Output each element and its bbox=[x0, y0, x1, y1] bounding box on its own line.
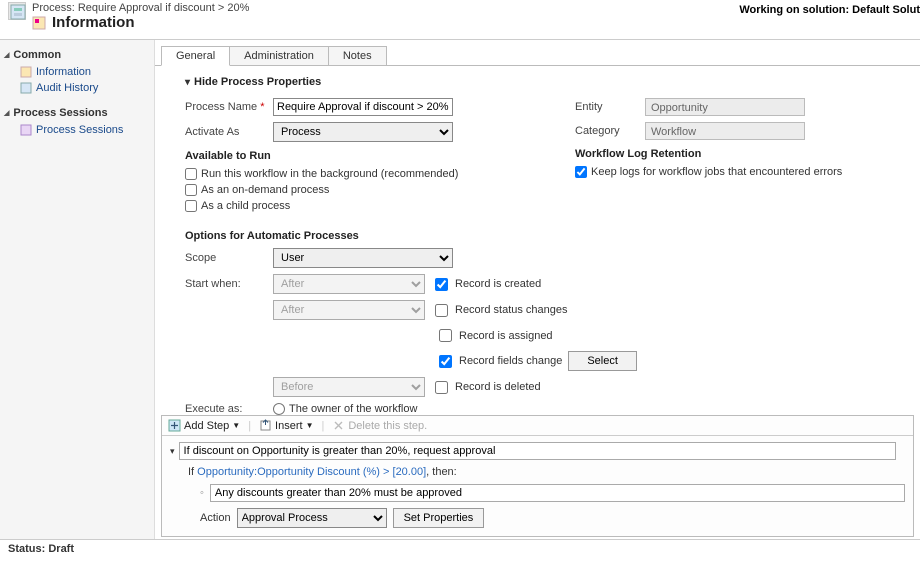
process-title: Process: Require Approval if discount > … bbox=[32, 2, 249, 14]
status-bar: Status: Draft bbox=[0, 539, 920, 561]
sessions-nav-icon bbox=[20, 124, 32, 136]
execute-as-label: Execute as: bbox=[185, 403, 273, 415]
entity-label: Entity bbox=[575, 101, 645, 113]
process-name-label: Process Name * bbox=[185, 101, 273, 113]
action-label: Action bbox=[200, 512, 231, 524]
activate-as-label: Activate As bbox=[185, 126, 273, 138]
condition-line: If Opportunity:Opportunity Discount (%) … bbox=[170, 466, 905, 478]
content-area: General Administration Notes Hide Proces… bbox=[155, 40, 920, 539]
page-title: Information bbox=[52, 14, 135, 31]
tab-administration[interactable]: Administration bbox=[229, 46, 329, 66]
sidebar-section-sessions[interactable]: Process Sessions bbox=[2, 104, 148, 122]
chk-keep-logs[interactable]: Keep logs for workflow jobs that encount… bbox=[575, 166, 900, 178]
scope-label: Scope bbox=[185, 252, 273, 264]
sidebar-item-audit-history[interactable]: Audit History bbox=[2, 80, 148, 96]
sidebar-item-process-sessions[interactable]: Process Sessions bbox=[2, 122, 148, 138]
sidebar-item-information[interactable]: Information bbox=[2, 64, 148, 80]
start-when-label: Start when: bbox=[185, 278, 273, 290]
steps-panel: Add Step ▼ | Insert ▼ | Delete this st bbox=[161, 415, 914, 537]
chk-record-deleted[interactable]: Record is deleted bbox=[431, 378, 541, 397]
chk-child-process[interactable]: As a child process bbox=[185, 200, 535, 212]
condition-link[interactable]: Opportunity:Opportunity Discount (%) > [… bbox=[197, 466, 426, 478]
start-when-before: Before bbox=[273, 377, 425, 397]
chk-run-background[interactable]: Run this workflow in the background (rec… bbox=[185, 168, 535, 180]
set-properties-button[interactable]: Set Properties bbox=[393, 508, 485, 528]
chk-record-fields[interactable]: Record fields change bbox=[435, 352, 562, 371]
chk-record-created[interactable]: Record is created bbox=[431, 275, 541, 294]
info-nav-icon bbox=[20, 66, 32, 78]
delete-icon bbox=[332, 419, 345, 432]
add-step-button[interactable]: Add Step ▼ bbox=[168, 419, 240, 432]
scope-select[interactable]: User bbox=[273, 248, 453, 268]
steps-body: If Opportunity:Opportunity Discount (%) … bbox=[162, 436, 913, 536]
insert-button[interactable]: Insert ▼ bbox=[259, 419, 313, 432]
start-when-after1: After bbox=[273, 274, 425, 294]
select-fields-button[interactable]: Select bbox=[568, 351, 637, 371]
chk-on-demand[interactable]: As an on-demand process bbox=[185, 184, 535, 196]
audit-nav-icon bbox=[20, 82, 32, 94]
process-name-input[interactable] bbox=[273, 98, 453, 116]
sidebar-section-common[interactable]: Common bbox=[2, 46, 148, 64]
tabstrip: General Administration Notes bbox=[161, 46, 920, 66]
chevron-down-icon: ▼ bbox=[306, 421, 314, 430]
radio-exec-owner[interactable]: The owner of the workflow bbox=[273, 403, 417, 415]
process-icon bbox=[8, 2, 26, 20]
category-value: Workflow bbox=[645, 122, 805, 140]
step-description-input[interactable] bbox=[179, 442, 896, 460]
substep-description-input[interactable] bbox=[210, 484, 905, 502]
chevron-down-icon: ▼ bbox=[232, 421, 240, 430]
start-when-after2: After bbox=[273, 300, 425, 320]
tab-general[interactable]: General bbox=[161, 46, 230, 66]
insert-icon bbox=[259, 419, 272, 432]
delete-step-button: Delete this step. bbox=[332, 419, 427, 432]
main-layout: Common Information Audit History Process… bbox=[0, 40, 920, 539]
top-header: Process: Require Approval if discount > … bbox=[0, 0, 920, 40]
chk-record-status[interactable]: Record status changes bbox=[431, 301, 568, 320]
available-to-run-head: Available to Run bbox=[185, 150, 535, 162]
category-label: Category bbox=[575, 125, 645, 137]
sidebar: Common Information Audit History Process… bbox=[0, 40, 155, 539]
chk-record-assigned[interactable]: Record is assigned bbox=[435, 326, 553, 345]
action-select[interactable]: Approval Process bbox=[237, 508, 387, 528]
form-area: Hide Process Properties Process Name * A… bbox=[155, 66, 920, 415]
info-icon bbox=[32, 16, 46, 30]
activate-as-select[interactable]: Process bbox=[273, 122, 453, 142]
add-step-icon bbox=[168, 419, 181, 432]
log-retention-head: Workflow Log Retention bbox=[575, 148, 900, 160]
auto-options-head: Options for Automatic Processes bbox=[185, 230, 900, 242]
solution-label: Working on solution: Default Solut bbox=[739, 4, 920, 16]
tab-notes[interactable]: Notes bbox=[328, 46, 387, 66]
hide-properties-toggle[interactable]: Hide Process Properties bbox=[185, 76, 900, 88]
steps-toolbar: Add Step ▼ | Insert ▼ | Delete this st bbox=[162, 416, 913, 436]
bullet-icon: ◦ bbox=[200, 487, 204, 499]
entity-value: Opportunity bbox=[645, 98, 805, 116]
